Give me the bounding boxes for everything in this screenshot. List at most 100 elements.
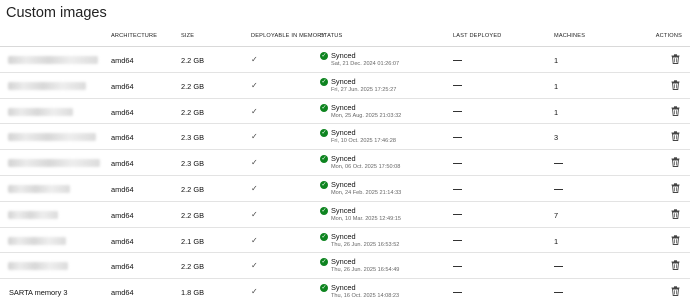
status-time: Mon, 10 Mar. 2025 12:49:15 xyxy=(331,215,401,222)
header-last-deployed[interactable]: LAST DEPLOYED xyxy=(453,33,502,39)
architecture: amd64 xyxy=(111,184,134,194)
size: 1.8 GB xyxy=(181,288,205,298)
status-time: Mon, 25 Aug. 2025 21:03:32 xyxy=(331,112,402,119)
check-circle-icon: ✓ xyxy=(320,232,328,241)
table-row[interactable]: amd64 2.2 GB ✓ ✓ Synced Sat, 21 Dec. 202… xyxy=(0,47,690,73)
check-circle-icon: ✓ xyxy=(320,284,328,293)
header-architecture[interactable]: ARCHITECTURE xyxy=(111,33,157,39)
dash-icon xyxy=(453,262,462,271)
redacted-image-name xyxy=(8,107,73,116)
architecture: amd64 xyxy=(111,236,134,246)
status-time: Fri, 27 Jun. 2025 17:25:27 xyxy=(331,86,397,93)
architecture: amd64 xyxy=(111,107,134,117)
table-row[interactable]: amd64 2.2 GB ✓ ✓ Synced Thu, 26 Jun. 202… xyxy=(0,253,690,280)
trash-icon[interactable] xyxy=(671,80,680,90)
trash-icon[interactable] xyxy=(671,209,680,219)
machines-count: 1 xyxy=(554,236,559,246)
table-row[interactable]: SARTA memory 3 amd64 1.8 GB ✓ ✓ Synced T… xyxy=(0,279,690,299)
size: 2.3 GB xyxy=(181,133,205,143)
deployable-check-icon: ✓ xyxy=(251,287,258,297)
table-row[interactable]: amd64 2.3 GB ✓ ✓ Synced Mon, 06 Oct. 202… xyxy=(0,150,690,176)
deployable-check-icon: ✓ xyxy=(251,80,258,90)
deployable-check-icon: ✓ xyxy=(251,132,258,142)
status-label: Synced xyxy=(331,76,356,86)
redacted-image-name xyxy=(8,81,86,90)
size: 2.2 GB xyxy=(181,184,205,194)
check-circle-icon: ✓ xyxy=(320,52,328,60)
header-size[interactable]: SIZE xyxy=(181,33,194,39)
status-time: Sat, 21 Dec. 2024 01:26:07 xyxy=(331,61,400,67)
redacted-image-name xyxy=(8,159,100,168)
header-status[interactable]: STATUS xyxy=(320,33,342,39)
architecture: amd64 xyxy=(111,56,134,65)
dash-icon xyxy=(453,159,462,168)
check-circle-icon: ✓ xyxy=(320,155,328,164)
architecture: amd64 xyxy=(111,133,134,143)
status-time: Thu, 26 Jun. 2025 16:54:49 xyxy=(331,267,400,274)
trash-icon[interactable] xyxy=(671,260,680,271)
size: 2.1 GB xyxy=(181,236,205,246)
trash-icon[interactable] xyxy=(671,54,680,64)
table-row[interactable]: amd64 2.1 GB ✓ ✓ Synced Thu, 26 Jun. 202… xyxy=(0,228,690,254)
check-circle-icon: ✓ xyxy=(320,129,328,138)
deployable-check-icon: ✓ xyxy=(251,235,258,245)
deployable-check-icon: ✓ xyxy=(251,106,258,116)
table-row[interactable]: amd64 2.2 GB ✓ ✓ Synced Mon, 10 Mar. 202… xyxy=(0,202,690,228)
header-deployable[interactable]: DEPLOYABLE IN MEMORY xyxy=(251,33,325,39)
size: 2.2 GB xyxy=(181,210,205,220)
status-label: Synced xyxy=(331,51,356,60)
trash-icon[interactable] xyxy=(671,183,680,193)
status-label: Synced xyxy=(331,257,356,267)
check-circle-icon: ✓ xyxy=(320,206,328,215)
table-body: amd64 2.2 GB ✓ ✓ Synced Sat, 21 Dec. 202… xyxy=(0,47,690,299)
architecture: amd64 xyxy=(111,210,134,220)
dash-icon xyxy=(453,288,462,297)
deployable-check-icon: ✓ xyxy=(251,261,258,271)
custom-images-table: ARCHITECTURE SIZE DEPLOYABLE IN MEMORY S… xyxy=(0,30,690,299)
deployable-check-icon: ✓ xyxy=(251,158,258,168)
dash-icon xyxy=(453,133,462,142)
dash-icon xyxy=(554,262,563,271)
status-label: Synced xyxy=(331,231,356,241)
redacted-image-name xyxy=(8,210,58,219)
deployable-check-icon: ✓ xyxy=(251,183,258,193)
trash-icon[interactable] xyxy=(671,286,680,297)
trash-icon[interactable] xyxy=(671,105,680,116)
table-row[interactable]: amd64 2.2 GB ✓ ✓ Synced Mon, 25 Aug. 202… xyxy=(0,99,690,125)
trash-icon[interactable] xyxy=(671,131,680,142)
dash-icon xyxy=(453,82,462,91)
redacted-image-name xyxy=(8,262,68,271)
table-row[interactable]: amd64 2.2 GB ✓ ✓ Synced Fri, 27 Jun. 202… xyxy=(0,73,690,99)
architecture: amd64 xyxy=(111,159,134,169)
table-row[interactable]: amd64 2.2 GB ✓ ✓ Synced Mon, 24 Feb. 202… xyxy=(0,176,690,202)
status-time: Fri, 10 Oct. 2025 17:46:28 xyxy=(331,138,396,145)
machines-count: 1 xyxy=(554,81,559,91)
deployable-check-icon: ✓ xyxy=(251,55,258,64)
size: 2.3 GB xyxy=(181,159,205,169)
check-circle-icon: ✓ xyxy=(320,77,328,86)
check-circle-icon: ✓ xyxy=(320,180,328,189)
status-label: Synced xyxy=(331,283,356,293)
status-label: Synced xyxy=(331,179,356,189)
trash-icon[interactable] xyxy=(671,157,680,168)
dash-icon xyxy=(554,185,563,194)
machines-count: 1 xyxy=(554,56,559,65)
size: 2.2 GB xyxy=(181,56,205,65)
machines-count: 7 xyxy=(554,210,559,220)
status-time: Thu, 16 Oct. 2025 14:08:23 xyxy=(331,293,400,299)
machines-count: 3 xyxy=(554,133,559,143)
status-label: Synced xyxy=(331,128,356,138)
size: 2.2 GB xyxy=(181,107,205,117)
table-row[interactable]: amd64 2.3 GB ✓ ✓ Synced Fri, 10 Oct. 202… xyxy=(0,124,690,151)
status-label: Synced xyxy=(331,154,356,164)
page-title: Custom images xyxy=(6,5,107,21)
status-time: Mon, 06 Oct. 2025 17:50:08 xyxy=(331,164,401,171)
redacted-image-name xyxy=(8,133,96,142)
header-machines[interactable]: MACHINES xyxy=(554,33,585,39)
status-time: Mon, 24 Feb. 2025 21:14:33 xyxy=(331,189,402,196)
status-time: Thu, 26 Jun. 2025 16:53:52 xyxy=(331,241,400,248)
trash-icon[interactable] xyxy=(671,234,680,245)
redacted-image-name xyxy=(8,236,66,245)
check-circle-icon: ✓ xyxy=(320,103,328,112)
image-name[interactable]: SARTA memory 3 xyxy=(9,288,67,297)
